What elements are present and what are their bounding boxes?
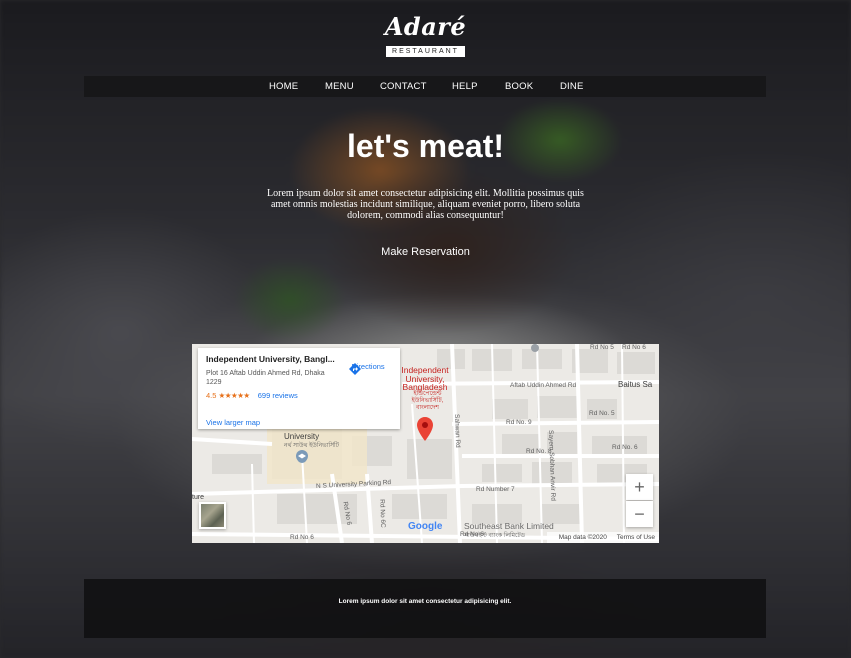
nav-help[interactable]: HELP — [452, 81, 478, 92]
poi-university-bn-label: ইন্ডিপেন্ডেন্ট ইউনিভার্সিটি, বাংলাদেশ — [411, 391, 444, 411]
zoom-in-button[interactable]: + — [626, 474, 653, 500]
make-reservation-button[interactable]: Make Reservation — [381, 246, 470, 258]
road-6-right-label: Rd No. 6 — [612, 444, 638, 451]
logo-subtitle: RESTAURANT — [386, 46, 465, 57]
university-bn-label: নর্থ সাউথ ইউনিভার্সিটি — [284, 443, 340, 449]
google-logo: Google — [408, 521, 442, 532]
logo-script-text: Adaré — [384, 12, 467, 41]
view-larger-map-link[interactable]: View larger map — [206, 418, 260, 427]
directions-button[interactable]: Directions — [348, 362, 388, 375]
southeast-bank-bn-label: সাউথইস্ট ব্যাংক লিমিটেড — [464, 533, 526, 539]
nav-dine[interactable]: DINE — [560, 81, 584, 92]
satellite-layer-toggle[interactable] — [199, 502, 226, 529]
road-5-top-label: Rd No 5 — [590, 344, 614, 351]
place-address: Plot 16 Aftab Uddin Ahmed Rd, Dhaka 1229 — [206, 370, 325, 386]
page-footer: Lorem ipsum dolor sit amet consectetur a… — [84, 579, 766, 638]
ture-label: ture — [192, 494, 205, 501]
map-data-attribution: Map data ©2020 — [558, 534, 607, 541]
nav-contact[interactable]: CONTACT — [380, 81, 427, 92]
road-6-left-label: Rd No 6 — [290, 534, 314, 541]
school-icon — [296, 450, 308, 462]
sahwan-road-label: Sahwan Rd — [453, 414, 462, 448]
place-info-card: Independent University, Bangl... Plot 16… — [198, 348, 400, 429]
google-logo-text: Google — [408, 521, 443, 532]
road-9-label: Rd No. 9 — [506, 419, 532, 426]
nav-menu[interactable]: MENU — [325, 81, 354, 92]
road-5-label: Rd No. 5 — [589, 410, 615, 417]
embedded-map[interactable]: University নর্থ সাউথ ইউনিভার্সিটি ture A… — [192, 344, 659, 543]
poi-university-label: Independent University, Bangladesh — [401, 365, 449, 392]
place-rating-row: 4.5 ★★★★★ 699 reviews — [206, 391, 392, 400]
terms-of-use-link[interactable]: Terms of Use — [617, 534, 655, 541]
reviews-link[interactable]: 699 reviews — [258, 391, 298, 400]
location-pin-icon[interactable] — [416, 416, 434, 442]
road-6-top-label: Rd No 6 — [622, 344, 646, 351]
road-aftab-label: Aftab Uddin Ahmed Rd — [510, 382, 577, 389]
hero-description: Lorem ipsum dolor sit amet consectetur a… — [267, 188, 584, 221]
road-6c-label: Rd No 6C — [378, 499, 387, 528]
baitus-label: Baitus Sa — [618, 380, 653, 389]
brand-logo[interactable]: Adaré RESTAURANT — [0, 14, 851, 58]
map-footer: Map data ©2020 Terms of Use — [546, 532, 659, 543]
zoom-out-button[interactable]: − — [626, 501, 653, 527]
star-rating-icon: ★★★★★ — [218, 391, 251, 400]
hero-title: let's meat! — [347, 128, 504, 164]
rating-value: 4.5 — [206, 391, 217, 400]
road-7-label: Rd Number 7 — [476, 486, 515, 493]
nav-book[interactable]: BOOK — [505, 81, 533, 92]
footer-text: Lorem ipsum dolor sit amet consectetur a… — [338, 598, 512, 605]
nav-home[interactable]: HOME — [269, 81, 298, 92]
directions-icon — [349, 363, 361, 375]
main-navbar: HOME MENU CONTACT HELP BOOK DINE — [84, 76, 766, 97]
reservation-row: Make Reservation — [0, 246, 851, 258]
